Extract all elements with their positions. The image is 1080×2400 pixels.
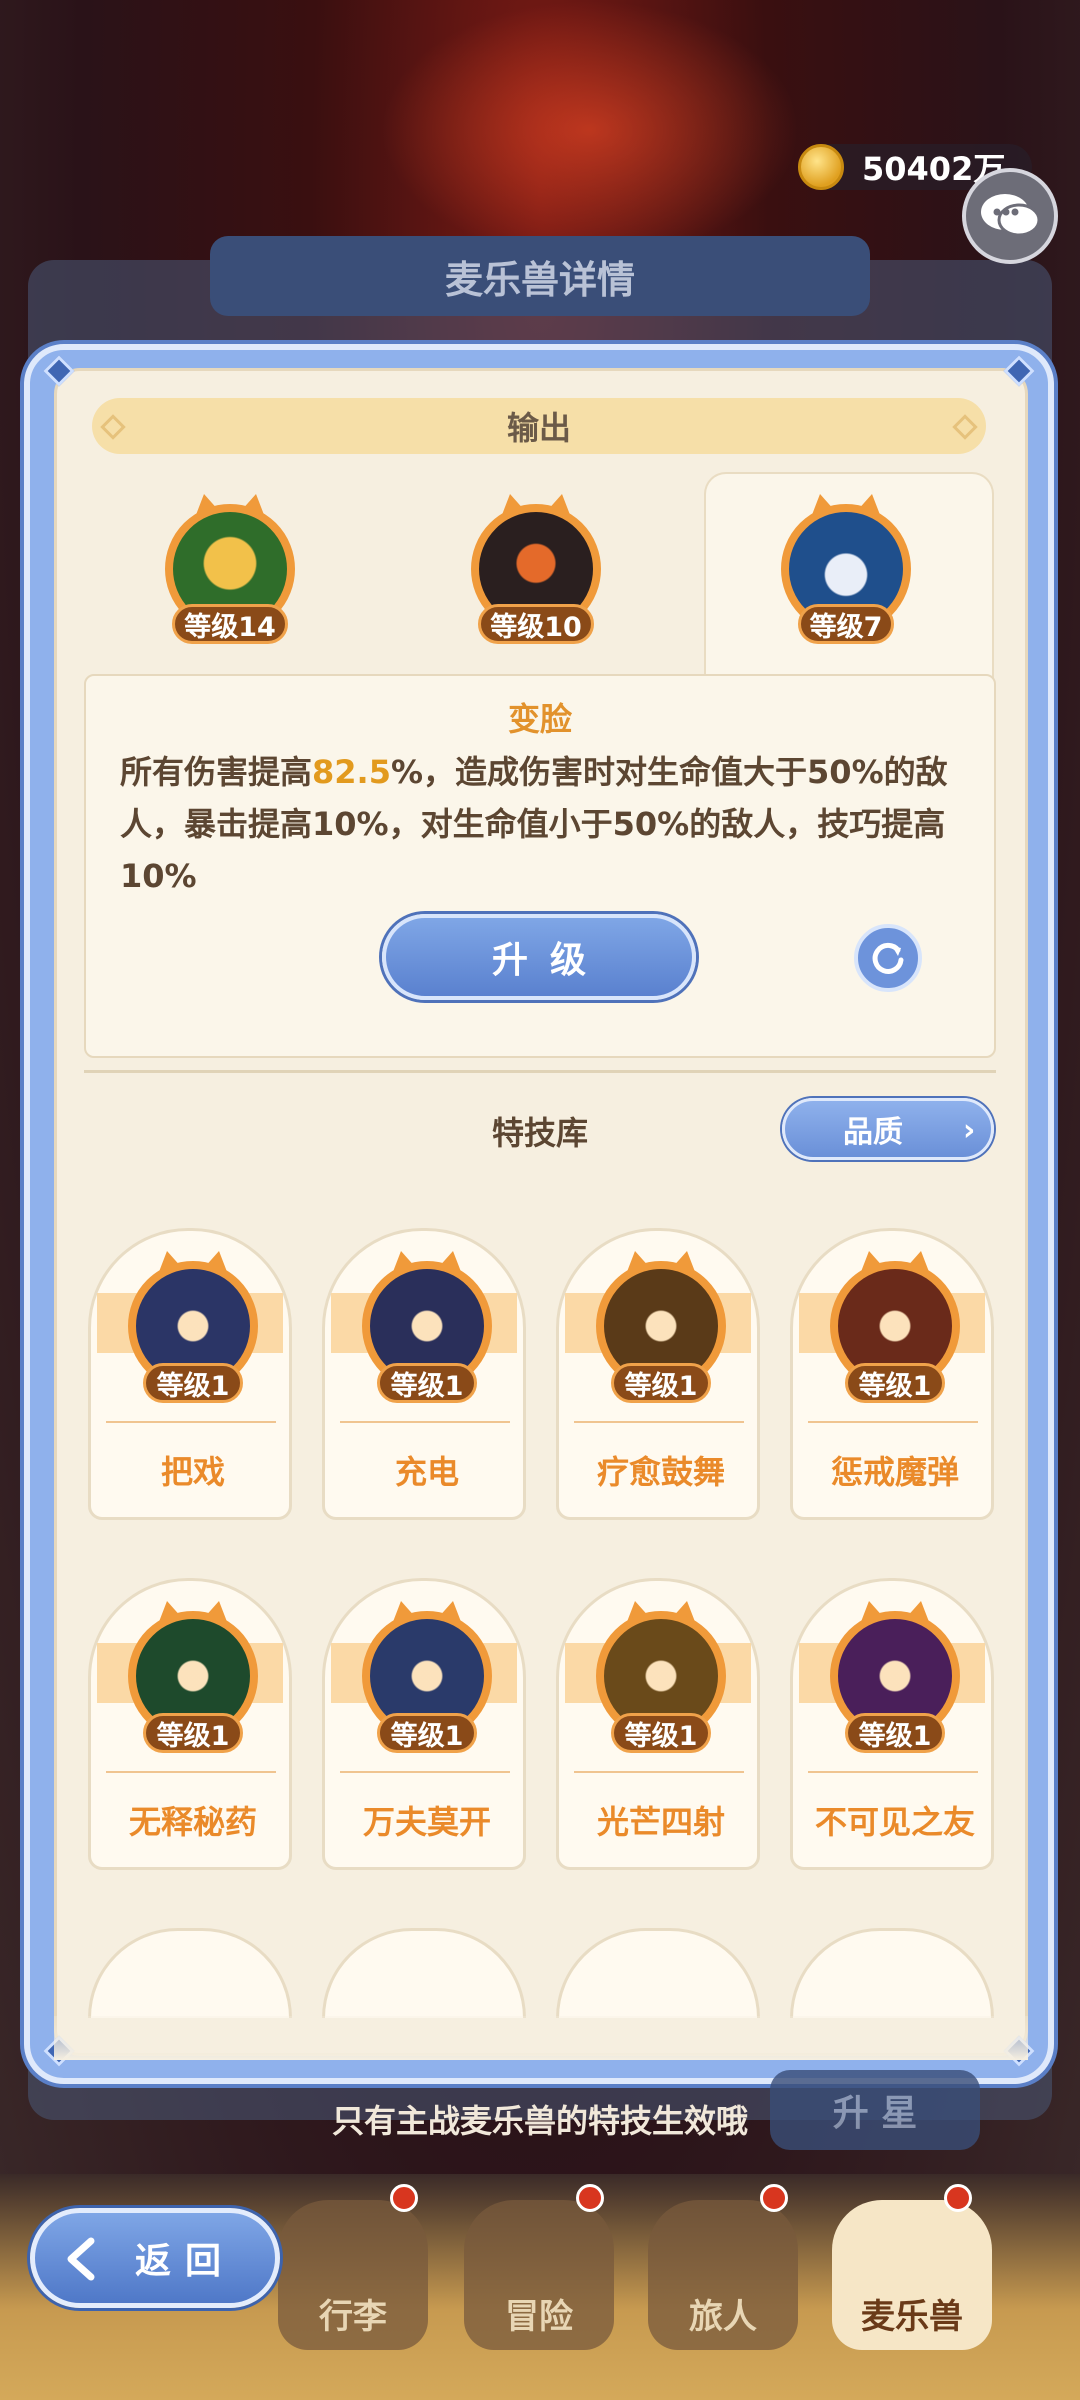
quality-label: 品质 — [843, 1115, 903, 1150]
card-divider — [340, 1421, 510, 1423]
background-scene — [380, 0, 800, 260]
back-label: 返回 — [134, 2241, 235, 2282]
equipped-slot-2[interactable]: 等级10 — [466, 490, 606, 660]
skill-card-name: 疗愈鼓舞 — [596, 1453, 725, 1491]
skill-card[interactable]: 等级1 把戏 — [88, 1228, 292, 1520]
upgrade-label: 升级 — [491, 940, 608, 981]
skill-card-name: 惩戒魔弹 — [830, 1453, 959, 1491]
card-divider — [106, 1771, 276, 1773]
section-title: 输出 — [506, 409, 571, 447]
skill-value-highlight: 82.5 — [312, 753, 391, 791]
star-up-button: 升 星 — [770, 2070, 980, 2150]
skill-card[interactable]: 等级1 惩戒魔弹 — [790, 1228, 994, 1520]
coin-icon — [798, 144, 844, 190]
notification-dot — [760, 2184, 788, 2212]
skill-card-name: 无释秘药 — [128, 1803, 257, 1841]
skill-card-name: 不可见之友 — [814, 1803, 975, 1841]
skill-name: 变脸 — [507, 700, 572, 738]
chevron-right-icon: › — [963, 1113, 976, 1148]
skill-card[interactable]: 等级1 不可见之友 — [790, 1578, 994, 1870]
equipped-slot-3[interactable]: 等级7 — [776, 490, 916, 660]
level-badge: 等级1 — [143, 1363, 243, 1403]
skill-card[interactable]: 等级1 无释秘药 — [88, 1578, 292, 1870]
card-divider — [808, 1771, 978, 1773]
notification-dot — [944, 2184, 972, 2212]
background-title: 麦乐兽详情 — [210, 236, 870, 316]
level-badge: 等级1 — [611, 1713, 711, 1753]
scroll-fade — [54, 2016, 1028, 2060]
skill-card-name: 万夫莫开 — [362, 1803, 491, 1841]
skill-card[interactable]: 等级1 疗愈鼓舞 — [556, 1228, 760, 1520]
card-divider — [574, 1771, 744, 1773]
skill-card[interactable]: 等级1 万夫莫开 — [322, 1578, 526, 1870]
section-header: 输出 — [92, 398, 986, 454]
reset-button[interactable] — [854, 924, 922, 992]
skill-card[interactable]: 等级1 充电 — [322, 1228, 526, 1520]
chat-button[interactable] — [962, 168, 1058, 264]
nav-tab-traveler[interactable]: 旅人 — [648, 2200, 798, 2350]
equipped-slot-1[interactable]: 等级14 — [160, 490, 300, 660]
back-arrow-icon — [67, 2237, 95, 2281]
level-badge: 等级10 — [478, 604, 594, 644]
upgrade-button[interactable]: 升级 — [382, 914, 696, 1000]
level-badge: 等级1 — [143, 1713, 243, 1753]
card-divider — [106, 1421, 276, 1423]
section-divider — [84, 1070, 996, 1073]
skill-card-name: 光芒四射 — [596, 1803, 725, 1841]
nav-tab-adventure[interactable]: 冒险 — [464, 2200, 614, 2350]
notification-dot — [390, 2184, 418, 2212]
level-badge: 等级1 — [377, 1713, 477, 1753]
level-badge: 等级1 — [377, 1363, 477, 1403]
skill-description: 所有伤害提高82.5%，造成伤害时对生命值大于50%的敌人，暴击提高10%，对生… — [120, 753, 948, 895]
back-button[interactable]: 返回 — [30, 2208, 280, 2308]
level-badge: 等级1 — [611, 1363, 711, 1403]
nav-tab-luggage[interactable]: 行李 — [278, 2200, 428, 2350]
refresh-icon — [872, 942, 904, 974]
notification-dot — [576, 2184, 604, 2212]
chat-icon — [981, 194, 1041, 237]
skill-card-name: 把戏 — [160, 1453, 225, 1491]
skill-library-title: 特技库 — [491, 1114, 588, 1152]
level-badge: 等级1 — [845, 1713, 945, 1753]
card-divider — [340, 1771, 510, 1773]
level-badge: 等级14 — [172, 604, 288, 644]
skill-card-name: 充电 — [394, 1453, 459, 1491]
quality-sort-button[interactable]: 品质 › — [782, 1098, 994, 1160]
level-badge: 等级1 — [845, 1363, 945, 1403]
card-divider — [808, 1421, 978, 1423]
level-badge: 等级7 — [798, 604, 894, 644]
skill-card[interactable]: 等级1 光芒四射 — [556, 1578, 760, 1870]
nav-tab-pets[interactable]: 麦乐兽 — [832, 2200, 992, 2350]
card-divider — [574, 1421, 744, 1423]
